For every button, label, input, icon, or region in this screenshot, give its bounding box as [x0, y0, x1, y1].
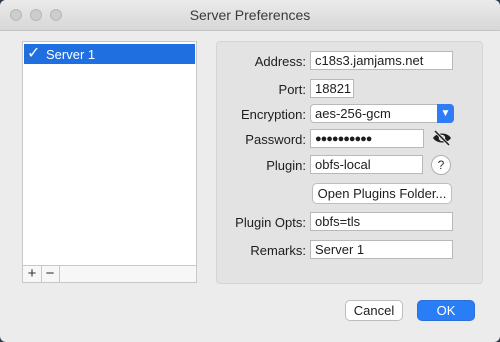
plugin-field[interactable]: obfs-local: [310, 155, 423, 174]
encryption-value: aes-256-gcm: [315, 106, 391, 121]
remarks-field[interactable]: Server 1: [310, 240, 453, 259]
password-label: Password:: [245, 132, 306, 147]
eye-hidden-icon[interactable]: [432, 130, 452, 146]
ok-button[interactable]: OK: [417, 300, 475, 321]
list-item-label: Server 1: [46, 47, 96, 62]
cancel-button[interactable]: Cancel: [345, 300, 403, 321]
open-plugins-folder-button[interactable]: Open Plugins Folder...: [312, 183, 452, 204]
add-server-button[interactable]: +: [23, 266, 42, 282]
plugin-opts-field[interactable]: obfs=tls: [310, 212, 453, 231]
remarks-label: Remarks:: [250, 243, 306, 258]
checkmark-icon: ✓: [27, 45, 41, 62]
password-field[interactable]: ●●●●●●●●●●: [310, 129, 424, 148]
title-bar: Server Preferences: [0, 0, 500, 31]
port-field[interactable]: 18821: [310, 79, 354, 98]
chevron-down-icon[interactable]: ▼: [437, 104, 454, 123]
remove-server-button[interactable]: −: [41, 266, 60, 282]
address-label: Address:: [254, 54, 306, 69]
add-remove-bar: + −: [22, 266, 197, 283]
server-preferences-window: Server Preferences ✓ Server 1 + − Addres…: [0, 0, 500, 342]
encryption-label: Encryption:: [240, 107, 306, 122]
window-title: Server Preferences: [189, 7, 311, 23]
encryption-select[interactable]: aes-256-gcm ▼: [310, 104, 454, 123]
list-item[interactable]: ✓ Server 1: [24, 44, 195, 64]
address-field[interactable]: c18s3.jamjams.net: [310, 51, 453, 70]
plugin-label: Plugin:: [266, 158, 306, 173]
plugin-opts-label: Plugin Opts:: [235, 215, 306, 230]
help-button[interactable]: ?: [431, 155, 451, 175]
port-label: Port:: [278, 82, 306, 97]
server-list: ✓ Server 1: [22, 41, 197, 266]
